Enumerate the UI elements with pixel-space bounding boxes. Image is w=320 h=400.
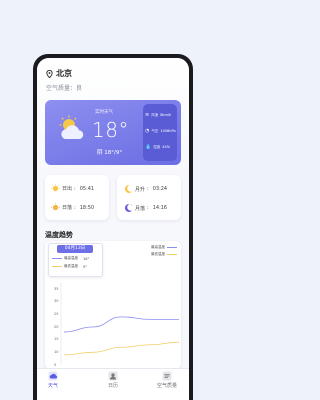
calendar-icon [108,371,118,381]
partly-cloudy-icon [59,115,84,139]
air-quality-summary: 空气质量：良 [46,85,83,92]
live-weather-label: 实时天气 [95,110,113,115]
high-temperature-line [63,316,179,333]
temperature-trend-title: 温度趋势 [45,231,73,239]
sunrise-time: 05:41 [79,185,95,192]
city-name: 北京 [56,69,72,78]
tab-calendar[interactable]: 日历 [93,371,133,389]
sunset-icon [51,203,60,211]
moonset-icon [124,203,133,212]
pressure-value: 1008hPa [160,129,176,133]
tab-air-quality[interactable]: 空气质量 [147,371,187,389]
tab-air-quality-label: 空气质量 [156,383,177,389]
moonrise-icon [124,184,132,193]
sunrise-label: 日出 [62,186,73,192]
app-screen: 北京 空气质量：良 实时天气 18° 阴 18°/9° ≋ 风速 8km/h ◔… [37,58,189,400]
wind-icon: ≋ [145,112,150,118]
wind-label: 风速 [151,112,159,117]
weather-condition: 阴 18°/9° [97,150,123,156]
tab-weather-label: 天气 [47,383,58,389]
pressure-icon: ◔ [145,128,150,134]
moonset-time: 14:16 [152,205,168,211]
weather-icon [48,371,58,381]
sunset-time: 18:50 [79,204,95,211]
temperature-trend-chart[interactable]: 04月13日 最高温度 18° 最低温度 9° 最高温度 最低温度 5 10 15 2… [45,241,181,369]
pressure-label: 气压 [151,128,159,133]
tab-calendar-label: 日历 [107,383,118,389]
sunset-label: 日落 [62,205,73,211]
humidity-label: 湿度 [153,144,161,149]
humidity-icon: 💧 [145,144,152,150]
moonrise-time: 03:24 [152,186,168,192]
current-weather-card[interactable]: 实时天气 18° 阴 18°/9° ≋ 风速 8km/h ◔ 气压 1008hP… [45,100,181,165]
trend-chart-plot [60,283,180,365]
moonset-label: 月落 [135,205,146,212]
humidity-row: 💧 湿度 44% [145,144,170,150]
bottom-tab-bar: 天气 日历 空气质量 [37,368,189,400]
tab-weather[interactable]: 天气 [37,371,73,389]
humidity-value: 44% [162,145,171,149]
pressure-row: ◔ 气压 1008hPa [145,128,176,134]
air-quality-icon [162,371,172,381]
moonset-row: 月落: 14:16 [123,203,167,213]
sunrise-row: 日出: 05:41 [51,184,94,193]
sun-times-card: 日出: 05:41 日落: 18:50 [45,175,109,220]
sunrise-icon [51,184,60,192]
location-selector[interactable]: 北京 [46,68,72,79]
moonrise-label: 月升 [135,186,146,193]
low-temperature-line [63,341,180,356]
current-temperature: 18° [92,118,129,142]
wind-value: 8km/h [160,113,172,117]
location-pin-icon [46,69,53,78]
wind-row: ≋ 风速 8km/h [145,112,171,118]
moonrise-row: 月升: 03:24 [123,184,167,194]
weather-details-panel: ≋ 风速 8km/h ◔ 气压 1008hPa 💧 湿度 44% [143,104,177,161]
sunset-row: 日落: 18:50 [51,203,94,212]
moon-times-card: 月升: 03:24 月落: 14:16 [117,175,181,220]
